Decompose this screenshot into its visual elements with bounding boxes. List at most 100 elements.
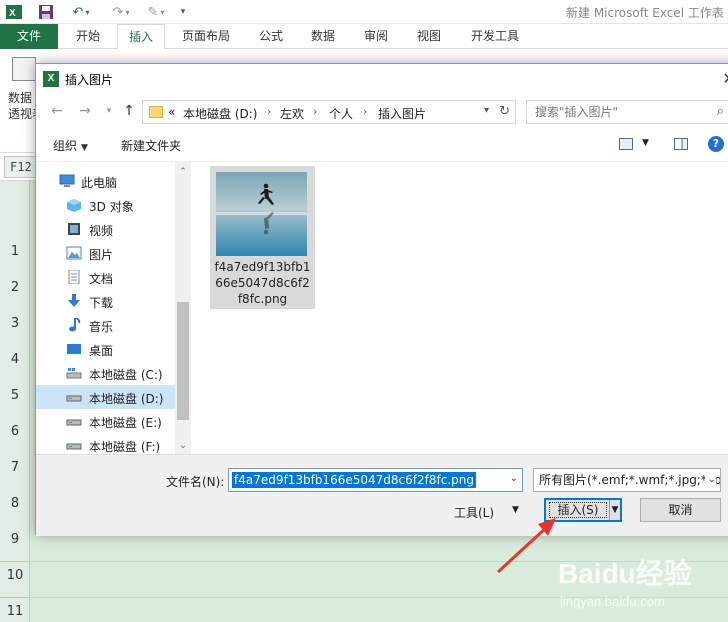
tab-view[interactable]: 视图 (406, 24, 452, 49)
new-folder-button[interactable]: 新建文件夹 (121, 137, 181, 154)
dialog-toolbar: 组织 ▼ 新建文件夹 ▼ ? (36, 128, 728, 162)
save-icon[interactable] (36, 3, 56, 21)
tab-file[interactable]: 文件 (0, 24, 58, 49)
nav-item-downloads[interactable]: 下载 (36, 289, 176, 313)
nav-item-label: 本地磁盘 (D:) (89, 392, 164, 406)
scroll-up-icon[interactable]: ⌃ (175, 164, 191, 180)
nav-item-label: 音乐 (89, 320, 114, 334)
watermark-url: jingyan.baidu.com (560, 594, 665, 609)
recent-locations-icon[interactable]: ▾ (100, 102, 118, 120)
back-arrow-icon[interactable]: ← (48, 102, 66, 120)
organize-label: 组织 (53, 139, 78, 153)
close-icon[interactable]: ✕ (719, 69, 728, 89)
change-view-icon[interactable] (619, 138, 633, 150)
forward-arrow-icon[interactable]: → (76, 102, 94, 120)
breadcrumb-item[interactable]: 左欢 (280, 105, 304, 122)
file-list-area[interactable]: f4a7ed9f13bfb166e5047d8c6f2f8fc.png (191, 162, 728, 454)
address-bar[interactable]: « 本地磁盘 (D:) › 左欢 › 个人 › 插入图片 ▾ ↻ (142, 100, 516, 124)
download-arrow-icon (68, 294, 80, 307)
insert-options-chevron-icon[interactable]: ▼ (609, 500, 620, 520)
tab-formulas[interactable]: 公式 (248, 24, 294, 49)
nav-item-pictures[interactable]: 图片 (36, 241, 176, 265)
nav-item-drive-f[interactable]: 本地磁盘 (F:) (36, 433, 176, 454)
row-number[interactable]: 4 (0, 352, 30, 367)
file-item[interactable]: f4a7ed9f13bfb166e5047d8c6f2f8fc.png (210, 166, 315, 309)
row-number[interactable]: 10 (0, 568, 30, 583)
nav-item-label: 视频 (89, 224, 114, 238)
nav-item-label: 图片 (89, 248, 114, 262)
row-number[interactable]: 8 (0, 496, 30, 511)
drive-icon (66, 395, 82, 402)
row-number[interactable]: 2 (0, 280, 30, 295)
up-arrow-icon[interactable]: ↑ (120, 102, 138, 120)
dialog-title-bar[interactable]: X 插入图片 (36, 64, 728, 94)
row-number[interactable]: 11 (0, 604, 30, 619)
preview-pane-icon[interactable] (674, 138, 688, 150)
redo-icon[interactable]: ↷ ▾ (106, 3, 136, 21)
tab-review[interactable]: 审阅 (353, 24, 399, 49)
format-painter-icon[interactable]: ✎ ▾ (141, 3, 171, 21)
row-number[interactable]: 1 (0, 244, 30, 259)
tools-button[interactable]: 工具(L) ▼ (454, 504, 519, 521)
svg-text:X: X (9, 8, 16, 19)
scrollbar-thumb[interactable] (177, 302, 189, 420)
nav-item-drive-c[interactable]: 本地磁盘 (C:) (36, 361, 176, 385)
drive-c-icon (66, 368, 82, 379)
nav-scrollbar[interactable]: ⌃ ⌄ (175, 162, 191, 454)
row-number[interactable]: 6 (0, 424, 30, 439)
refresh-icon[interactable]: ↻ (499, 104, 510, 119)
customize-qat-icon[interactable]: ▾ (176, 3, 190, 21)
filename-dropdown-icon[interactable]: ⌄ (510, 473, 518, 484)
desktop-icon (67, 344, 81, 354)
organize-button[interactable]: 组织 ▼ (53, 137, 88, 154)
navigation-pane: 此电脑 3D 对象 视频 图片 文档 下载 音乐 桌面 本地磁盘 (C:) 本地… (36, 162, 191, 454)
nav-item-this-pc[interactable]: 此电脑 (36, 169, 176, 193)
breadcrumb-item[interactable]: 个人 (329, 105, 353, 122)
filename-input[interactable]: f4a7ed9f13bfb166e5047d8c6f2f8fc.png ⌄ (228, 468, 523, 492)
row-number[interactable]: 3 (0, 316, 30, 331)
cube-3d-icon (67, 199, 81, 212)
nav-item-videos[interactable]: 视频 (36, 217, 176, 241)
tab-home[interactable]: 开始 (62, 24, 114, 49)
tab-developer[interactable]: 开发工具 (462, 24, 528, 49)
nav-item-documents[interactable]: 文档 (36, 265, 176, 289)
row-number[interactable]: 9 (0, 532, 30, 547)
insert-picture-dialog: X 插入图片 ✕ ← → ▾ ↑ « 本地磁盘 (D:) › 左欢 › 个人 ›… (35, 63, 728, 536)
scroll-down-icon[interactable]: ⌄ (175, 438, 191, 454)
computer-icon (59, 174, 75, 187)
nav-item-3d-objects[interactable]: 3D 对象 (36, 193, 176, 217)
nav-item-drive-e[interactable]: 本地磁盘 (E:) (36, 409, 176, 433)
nav-item-label: 桌面 (89, 344, 114, 358)
document-icon (68, 270, 80, 284)
breadcrumb-overflow[interactable]: « (168, 105, 175, 119)
cancel-button[interactable]: 取消 (640, 498, 721, 522)
filename-label: 文件名(N): (166, 475, 225, 489)
nav-item-desktop[interactable]: 桌面 (36, 337, 176, 361)
nav-item-drive-d[interactable]: 本地磁盘 (D:) (36, 385, 176, 409)
help-icon[interactable]: ? (708, 136, 724, 152)
row-number[interactable]: 7 (0, 460, 30, 475)
tab-data[interactable]: 数据 (300, 24, 346, 49)
pivot-table-icon[interactable] (12, 57, 36, 81)
file-type-value: 所有图片(*.emf;*.wmf;*.jpg;*.jp (539, 473, 721, 487)
search-icon[interactable]: ⌕ (717, 101, 724, 123)
watermark-logo-text: Baidu经验 (558, 558, 692, 589)
runner-thumbnail-image (216, 172, 307, 256)
search-placeholder: 搜索"插入图片" (535, 105, 619, 119)
breadcrumb-item[interactable]: 本地磁盘 (D:) (183, 105, 257, 122)
tab-insert[interactable]: 插入 (117, 24, 165, 50)
address-dropdown-icon[interactable]: ▾ (484, 105, 489, 116)
row-number[interactable]: 5 (0, 388, 30, 403)
nav-item-label: 本地磁盘 (F:) (89, 440, 161, 454)
breadcrumb-item[interactable]: 插入图片 (378, 105, 426, 122)
search-input[interactable]: 搜索"插入图片" ⌕ (526, 100, 728, 124)
row-separator (0, 561, 30, 562)
file-type-select[interactable]: 所有图片(*.emf;*.wmf;*.jpg;*.jp ⌄ (533, 468, 721, 492)
undo-icon[interactable]: ↶ ▾ (66, 3, 96, 21)
picture-icon (66, 246, 82, 260)
nav-item-label: 3D 对象 (89, 200, 134, 214)
nav-item-music[interactable]: 音乐 (36, 313, 176, 337)
tab-page-layout[interactable]: 页面布局 (172, 24, 240, 49)
view-options-chevron-icon[interactable]: ▼ (642, 138, 649, 148)
excel-app-icon: X (43, 71, 59, 87)
